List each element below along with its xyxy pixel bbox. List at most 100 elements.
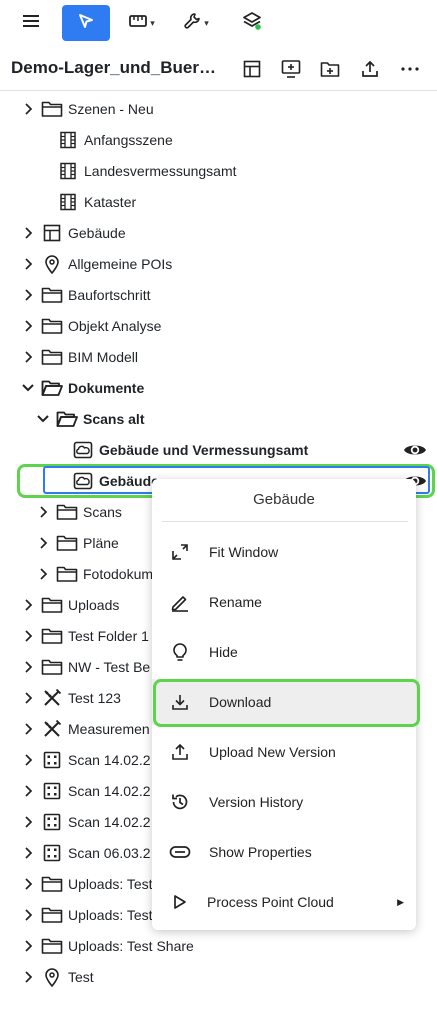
context-menu-title: Gebäude (253, 491, 315, 508)
film-icon (57, 191, 79, 213)
chevron-right-icon[interactable] (36, 536, 50, 550)
tree-row[interactable]: Szenen - Neu (0, 93, 437, 124)
tree-row[interactable]: Test (0, 961, 437, 992)
menu-item-show-properties[interactable]: Show Properties (152, 829, 416, 875)
tree-row[interactable]: Anfangsszene (0, 124, 437, 155)
folder-add-icon[interactable] (318, 57, 342, 81)
layers-button[interactable] (234, 5, 270, 41)
chevron-right-icon[interactable] (21, 970, 35, 984)
layout-icon[interactable] (240, 57, 264, 81)
chevron-right-icon[interactable] (21, 846, 35, 860)
chevron-right-icon[interactable] (21, 598, 35, 612)
tree-item-label: NW - Test Be (68, 658, 151, 675)
folder-open-icon (41, 377, 63, 399)
tree-row[interactable]: Allgemeine POIs (0, 248, 437, 279)
tree-item-label: Test 123 (68, 689, 121, 706)
tree-item-label: Szenen - Neu (68, 100, 154, 117)
measure-tool-button[interactable]: ▾ (122, 5, 162, 41)
tree-row[interactable]: Kataster (0, 186, 437, 217)
screen-add-icon[interactable] (279, 57, 303, 81)
tree-item-label: Anfangsszene (84, 131, 173, 148)
tree-item-label: Uploads: Test (68, 906, 153, 923)
properties-icon (168, 840, 192, 864)
menu-item-hide[interactable]: Hide (152, 629, 416, 675)
menu-item-fit-window[interactable]: Fit Window (152, 529, 416, 575)
project-title[interactable]: Demo-Lager_und_Buerogebäude (11, 58, 225, 78)
grid-icon (41, 811, 63, 833)
folder-icon (56, 501, 78, 523)
chevron-down-icon[interactable] (36, 412, 50, 426)
chevron-right-icon[interactable] (21, 691, 35, 705)
menu-button[interactable] (12, 5, 50, 41)
chevron-right-icon[interactable] (21, 226, 35, 240)
tree-row[interactable]: Landesvermessungsamt (0, 155, 437, 186)
chevron-right-icon[interactable] (21, 722, 35, 736)
chevron-down-icon: ▾ (204, 17, 209, 28)
tree-row[interactable]: Scans alt (0, 403, 437, 434)
chevron-down-icon: ▾ (150, 17, 155, 28)
chevron-right-icon[interactable] (21, 753, 35, 767)
select-tool-button[interactable] (62, 5, 110, 41)
chevron-right-icon[interactable] (21, 908, 35, 922)
chevron-right-icon[interactable] (21, 350, 35, 364)
menu-item-version-history[interactable]: Version History (152, 779, 416, 825)
pin-icon (41, 253, 63, 275)
chevron-right-icon[interactable] (36, 505, 50, 519)
play-icon (168, 890, 192, 914)
chevron-right-icon[interactable] (21, 288, 35, 302)
tree-item-label: Scan 14.02.2 (68, 782, 151, 799)
menu-item-process-point-cloud[interactable]: Process Point Cloud ▶ (152, 879, 416, 925)
folder-open-icon (56, 408, 78, 430)
tree-row[interactable]: BIM Modell (0, 341, 437, 372)
fit-window-icon (168, 540, 192, 564)
tree-item-label: Test (68, 968, 94, 985)
tree-row[interactable]: Baufortschritt (0, 279, 437, 310)
tree-item-label: Gebäude (68, 224, 126, 241)
menu-item-rename[interactable]: Rename (152, 579, 416, 625)
tree-item-label: Scan 06.03.2 (68, 844, 151, 861)
pencil-icon (168, 590, 192, 614)
chevron-right-icon[interactable] (21, 629, 35, 643)
divider (0, 90, 437, 91)
chevron-right-icon[interactable] (21, 815, 35, 829)
tree-item-label: Fotodokum (83, 565, 154, 582)
chevron-right-icon[interactable] (36, 567, 50, 581)
chevron-right-icon[interactable] (21, 877, 35, 891)
menu-item-upload-new-version[interactable]: Upload New Version (152, 729, 416, 775)
chevron-down-icon[interactable] (21, 381, 35, 395)
tree-row[interactable]: Uploads: Test Share (0, 930, 437, 961)
chevron-right-icon[interactable] (21, 939, 35, 953)
tools-button[interactable]: ▾ (176, 5, 216, 41)
visibility-eye-icon[interactable] (403, 438, 427, 462)
wrench-icon (183, 12, 201, 35)
ruler-icon (129, 14, 148, 32)
tree-row[interactable]: Objekt Analyse (0, 310, 437, 341)
folder-icon (41, 656, 63, 678)
chevron-right-icon[interactable] (21, 257, 35, 271)
more-icon[interactable] (398, 57, 422, 81)
upload-icon[interactable] (358, 57, 382, 81)
history-icon (168, 790, 192, 814)
chevron-right-icon[interactable] (21, 784, 35, 798)
folder-icon (56, 563, 78, 585)
tree-row[interactable]: Gebäude und Vermessungsamt (0, 434, 437, 465)
tree-item-label: Gebäude (99, 472, 159, 489)
tree-row[interactable]: Dokumente (0, 372, 437, 403)
tree-item-label: Dokumente (68, 379, 145, 396)
tree-item-label: Gebäude und Vermessungsamt (99, 441, 309, 458)
menu-item-label: Show Properties (209, 844, 312, 860)
tree-row[interactable]: Gebäude (0, 217, 437, 248)
tree-item-label: Scan 14.02.2 (68, 813, 151, 830)
chevron-right-icon[interactable] (21, 319, 35, 333)
tree-item-label: Measuremen (68, 720, 150, 737)
folder-icon (41, 346, 63, 368)
tree-item-label: Kataster (84, 193, 137, 210)
tree-item-label: Uploads (68, 596, 120, 613)
folder-icon (41, 935, 63, 957)
submenu-arrow-icon: ▶ (397, 896, 404, 907)
tree-item-label: Baufortschritt (68, 286, 151, 303)
chevron-right-icon[interactable] (21, 660, 35, 674)
chevron-right-icon[interactable] (21, 102, 35, 116)
tree-item-label: Test Folder 1 (68, 627, 149, 644)
tree-item-label: Uploads: Test (68, 875, 153, 892)
